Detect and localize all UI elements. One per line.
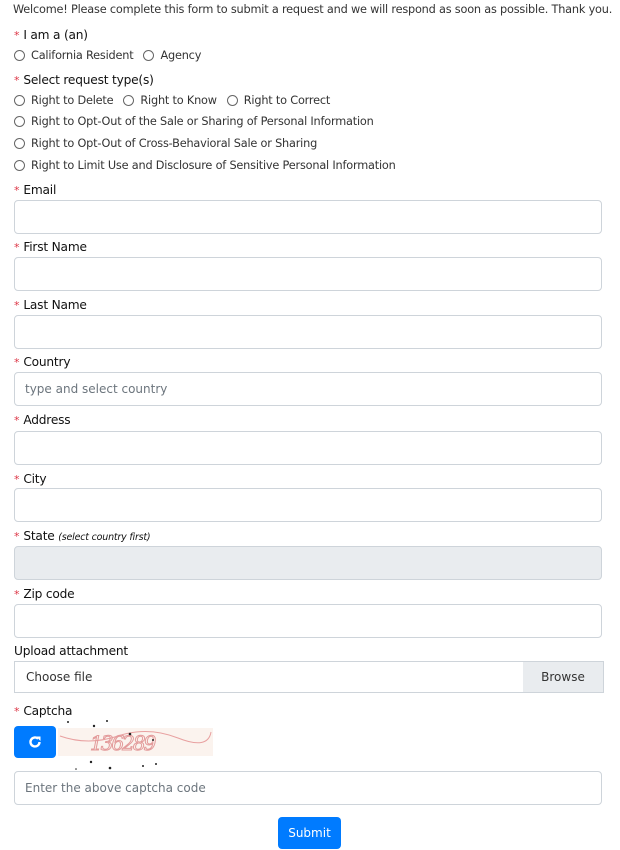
radio-label: Right to Opt-Out of the Sale or Sharing … (31, 115, 374, 128)
country-input[interactable]: type and select country (14, 372, 602, 406)
radio-label: Right to Know (140, 94, 217, 107)
label-text: State (23, 529, 55, 543)
radio-label: Right to Opt-Out of Cross-Behavioral Sal… (31, 137, 318, 150)
city-input[interactable] (14, 488, 602, 522)
radio-label: California Resident (31, 49, 134, 62)
captcha-label: * Captcha (14, 704, 73, 718)
label-text: City (23, 472, 47, 486)
submit-button[interactable]: Submit (278, 817, 341, 849)
captcha-refresh-button[interactable] (14, 726, 56, 758)
label-text: Captcha (23, 704, 73, 718)
address-input[interactable] (14, 431, 602, 465)
iam-label-text: I am a (an) (23, 28, 88, 42)
radio-agency[interactable]: Agency (143, 49, 201, 62)
first-name-input[interactable] (14, 257, 602, 291)
zip-input[interactable] (14, 604, 602, 638)
intro-text: Welcome! Please complete this form to su… (13, 3, 613, 16)
label-text: Address (23, 413, 71, 427)
address-label: * Address (14, 413, 71, 427)
radio-icon[interactable] (14, 138, 25, 149)
upload-label: Upload attachment (14, 644, 128, 658)
email-label: * Email (14, 183, 57, 197)
label-text: Zip code (23, 587, 75, 601)
email-input[interactable] (14, 200, 602, 234)
radio-opt-out-sale[interactable]: Right to Opt-Out of the Sale or Sharing … (14, 115, 374, 128)
captcha-image: 136289 (58, 720, 213, 770)
request-label-text: Select request type(s) (23, 73, 154, 87)
radio-label: Right to Correct (243, 94, 331, 107)
zip-label: * Zip code (14, 587, 75, 601)
request-options-row1: Right to Delete Right to Know Right to C… (14, 94, 340, 107)
radio-opt-out-cross-behavioral[interactable]: Right to Opt-Out of Cross-Behavioral Sal… (14, 137, 317, 150)
request-label: * Select request type(s) (14, 73, 154, 87)
label-text: Last Name (23, 298, 87, 312)
radio-california-resident[interactable]: California Resident (14, 49, 134, 62)
refresh-icon (29, 736, 41, 748)
radio-icon[interactable] (226, 95, 238, 106)
radio-label: Right to Limit Use and Disclosure of Sen… (31, 159, 396, 172)
radio-icon[interactable] (14, 160, 25, 171)
radio-icon[interactable] (123, 95, 135, 106)
state-label: * State (select country first) (14, 529, 151, 543)
country-label: * Country (14, 355, 71, 369)
choose-file-text[interactable]: Choose file (15, 662, 523, 692)
first-name-label: * First Name (14, 240, 87, 254)
label-text: Email (23, 183, 57, 197)
label-text: First Name (23, 240, 87, 254)
radio-icon[interactable] (14, 95, 25, 106)
browse-button[interactable]: Browse (523, 662, 603, 692)
last-name-label: * Last Name (14, 298, 87, 312)
radio-limit-use[interactable]: Right to Limit Use and Disclosure of Sen… (14, 159, 396, 172)
radio-label: Right to Delete (31, 94, 114, 107)
state-input (14, 546, 602, 580)
captcha-input[interactable]: Enter the above captcha code (14, 771, 602, 805)
radio-label: Agency (160, 49, 202, 62)
label-text: Country (23, 355, 71, 369)
svg-text:136289: 136289 (90, 731, 157, 755)
state-hint: (select country first) (58, 532, 151, 543)
radio-right-to-know[interactable]: Right to Know (123, 94, 217, 107)
iam-label: * I am a (an) (14, 28, 88, 42)
radio-icon[interactable] (143, 50, 155, 61)
radio-icon[interactable] (14, 50, 25, 61)
radio-right-to-correct[interactable]: Right to Correct (226, 94, 331, 107)
file-input[interactable]: Choose file Browse (14, 661, 604, 693)
last-name-input[interactable] (14, 315, 602, 349)
iam-options: California Resident Agency (14, 49, 211, 62)
radio-icon[interactable] (14, 116, 25, 127)
radio-right-to-delete[interactable]: Right to Delete (14, 94, 114, 107)
city-label: * City (14, 472, 47, 486)
